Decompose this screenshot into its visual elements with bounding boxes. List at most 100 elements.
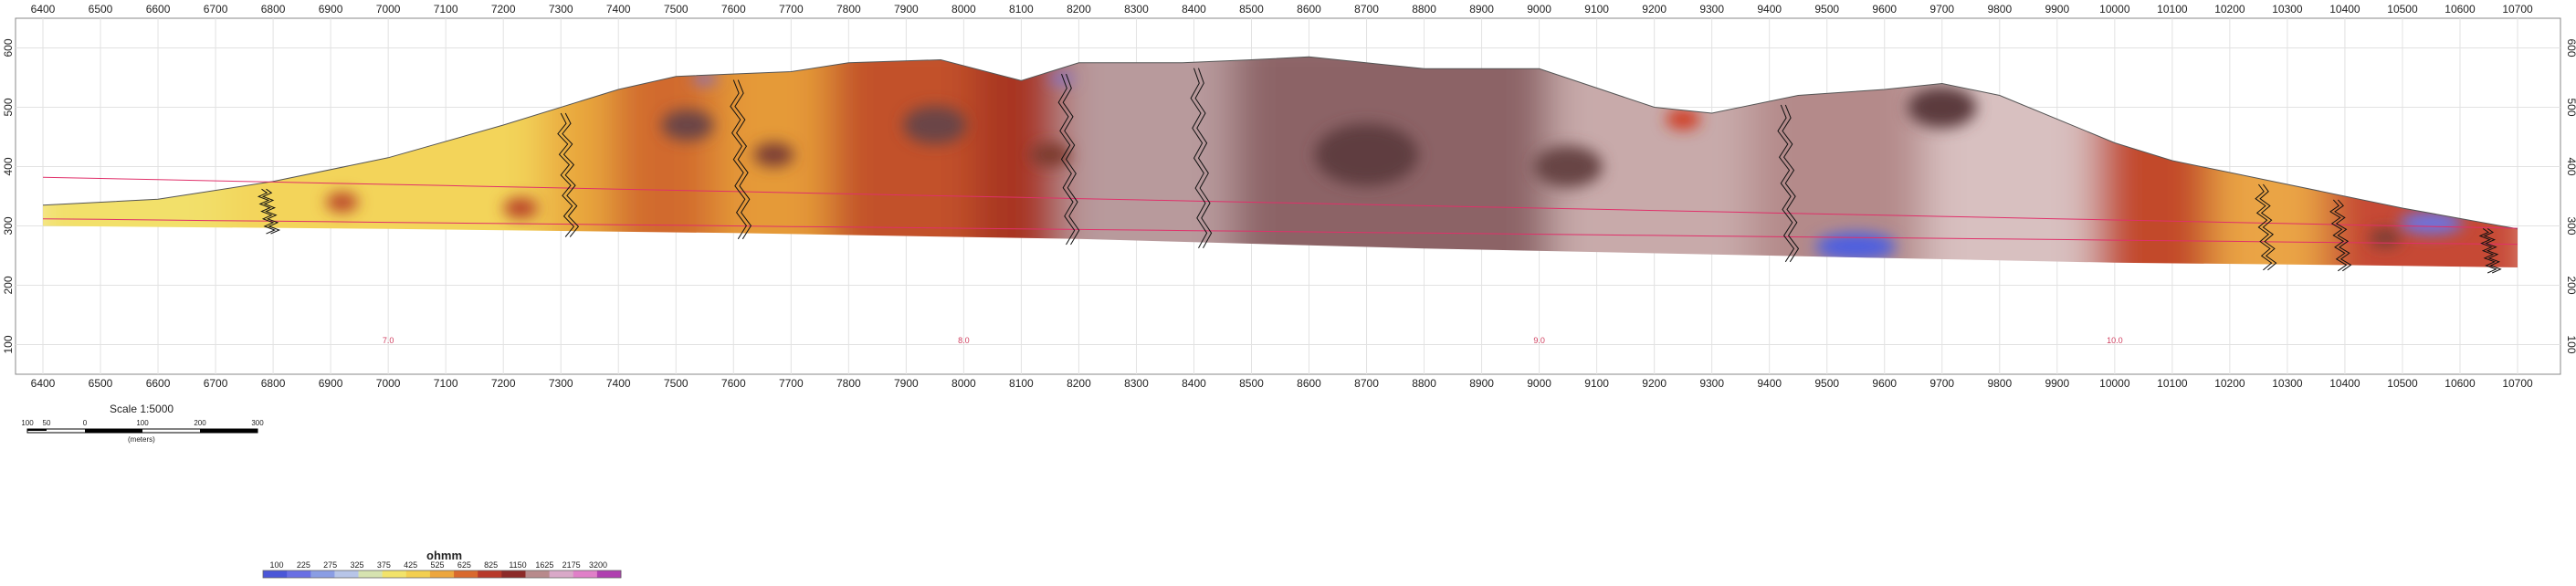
x-tick-label: 7600 (721, 3, 746, 16)
legend-value: 1625 (535, 560, 553, 570)
x-tick-label: 6600 (146, 377, 171, 390)
legend-swatch (501, 570, 526, 578)
anomaly-low (2399, 212, 2464, 235)
x-tick-label: 9600 (1872, 377, 1897, 390)
scale-unit: (meters) (128, 435, 155, 444)
y-tick-label: 300 (2565, 216, 2576, 235)
x-tick-label: 8900 (1469, 377, 1494, 390)
legend-value: 525 (430, 560, 444, 570)
legend-swatch (310, 570, 335, 578)
x-tick-label: 7900 (894, 3, 919, 16)
x-tick-label: 7800 (836, 377, 861, 390)
legend-swatch (429, 570, 455, 578)
x-tick-label: 8300 (1124, 377, 1149, 390)
x-tick-label: 10300 (2272, 377, 2303, 390)
anomaly-low (1048, 74, 1075, 84)
legend-value: 375 (377, 560, 391, 570)
x-tick-label: 10000 (2099, 3, 2130, 16)
x-tick-label: 7200 (491, 377, 516, 390)
y-tick-label: 400 (2565, 157, 2576, 175)
y-tick-label: 600 (2, 38, 15, 57)
y-tick-label: 200 (2, 276, 15, 294)
resistivity-zone (1233, 57, 1587, 267)
legend-value: 1150 (509, 560, 526, 570)
x-tick-label: 7600 (721, 377, 746, 390)
legend-value: 625 (457, 560, 471, 570)
x-tick-label: 10400 (2329, 377, 2360, 390)
color-legend: ohmm 100 225 275 325 375 425 525 625 825 1150 1625… (262, 549, 622, 579)
anomaly-high (2369, 227, 2402, 248)
x-tick-label: 8200 (1067, 3, 1091, 16)
x-tick-label: 9300 (1699, 3, 1724, 16)
x-tick-label: 6600 (146, 3, 171, 16)
x-tick-label: 9500 (1814, 3, 1839, 16)
y-tick-label: 200 (2565, 276, 2576, 294)
x-tick-label: 9800 (1987, 3, 2012, 16)
scale-bar-segment (200, 429, 258, 433)
x-tick-label: 8600 (1297, 377, 1321, 390)
x-tick-label: 7100 (434, 377, 458, 390)
resistivity-section (43, 57, 2518, 267)
legend-swatch (287, 570, 311, 578)
x-tick-label: 10300 (2272, 3, 2303, 16)
x-tick-label: 6700 (204, 377, 228, 390)
x-tick-label: 7700 (779, 377, 804, 390)
legend-swatch (405, 570, 431, 578)
x-tick-label: 10600 (2445, 3, 2476, 16)
legend-swatch (549, 570, 574, 578)
anomaly-high (1533, 145, 1603, 188)
x-tick-label: 10200 (2214, 3, 2245, 16)
x-tick-label: 9200 (1642, 3, 1667, 16)
x-tick-label: 6900 (319, 3, 343, 16)
x-tick-label: 9500 (1814, 377, 1839, 390)
legend-swatch (382, 570, 407, 578)
x-tick-label: 7400 (606, 377, 631, 390)
y-axis-right: 100 200 300 400 500 600 (2565, 38, 2576, 353)
resistivity-zones (43, 57, 2518, 267)
x-tick-label: 9900 (2045, 377, 2069, 390)
x-tick-label: 6900 (319, 377, 343, 390)
legend-value: 275 (323, 560, 337, 570)
x-tick-label: 9700 (1929, 3, 1954, 16)
x-tick-label: 9100 (1584, 377, 1609, 390)
x-tick-label: 6500 (89, 3, 113, 16)
x-tick-label: 8700 (1354, 377, 1379, 390)
x-tick-label: 9100 (1584, 3, 1609, 16)
x-tick-label: 6500 (89, 377, 113, 390)
legend-value: 325 (350, 560, 363, 570)
scale-title: Scale 1:5000 (110, 403, 173, 415)
anomaly-high (661, 109, 714, 141)
anomaly-high (903, 106, 967, 144)
km-marker-label: 8.0 (958, 336, 970, 345)
legend-swatch (596, 570, 622, 578)
x-axis-top: 6400 6500 6600 6700 6800 6900 7000 7100 7200 7300… (31, 3, 2533, 16)
x-tick-label: 9400 (1757, 377, 1782, 390)
x-tick-label: 10600 (2445, 377, 2476, 390)
scale-ticks: 100 50 0 100 200 300 (21, 419, 264, 434)
km-marker-labels: 7.0 8.0 9.0 10.0 (383, 336, 2123, 345)
scale-bar: Scale 1:5000 100 50 0 100 200 300 (meters) (21, 403, 264, 444)
legend-swatch (263, 570, 288, 578)
legend-swatch (454, 570, 478, 578)
scale-bar-segment (85, 429, 142, 433)
x-tick-label: 6800 (261, 377, 286, 390)
x-tick-label: 8400 (1182, 377, 1206, 390)
x-tick-label: 10700 (2502, 3, 2533, 16)
scale-tick-label: 50 (43, 419, 51, 427)
x-tick-label: 7000 (376, 3, 401, 16)
x-tick-label: 7900 (894, 377, 919, 390)
x-tick-label: 8400 (1182, 3, 1206, 16)
anomaly-high (1314, 123, 1419, 186)
scale-bar-segment (27, 429, 47, 431)
x-tick-label: 6400 (31, 377, 56, 390)
x-tick-label: 7300 (549, 377, 573, 390)
x-tick-label: 7200 (491, 3, 516, 16)
legend-value: 2175 (563, 560, 581, 570)
legend-swatch (478, 570, 502, 578)
x-tick-label: 10200 (2214, 377, 2245, 390)
x-tick-label: 8800 (1412, 377, 1436, 390)
x-tick-label: 7700 (779, 3, 804, 16)
x-tick-label: 10000 (2099, 377, 2130, 390)
x-tick-label: 8000 (952, 3, 976, 16)
legend-value: 100 (269, 560, 283, 570)
